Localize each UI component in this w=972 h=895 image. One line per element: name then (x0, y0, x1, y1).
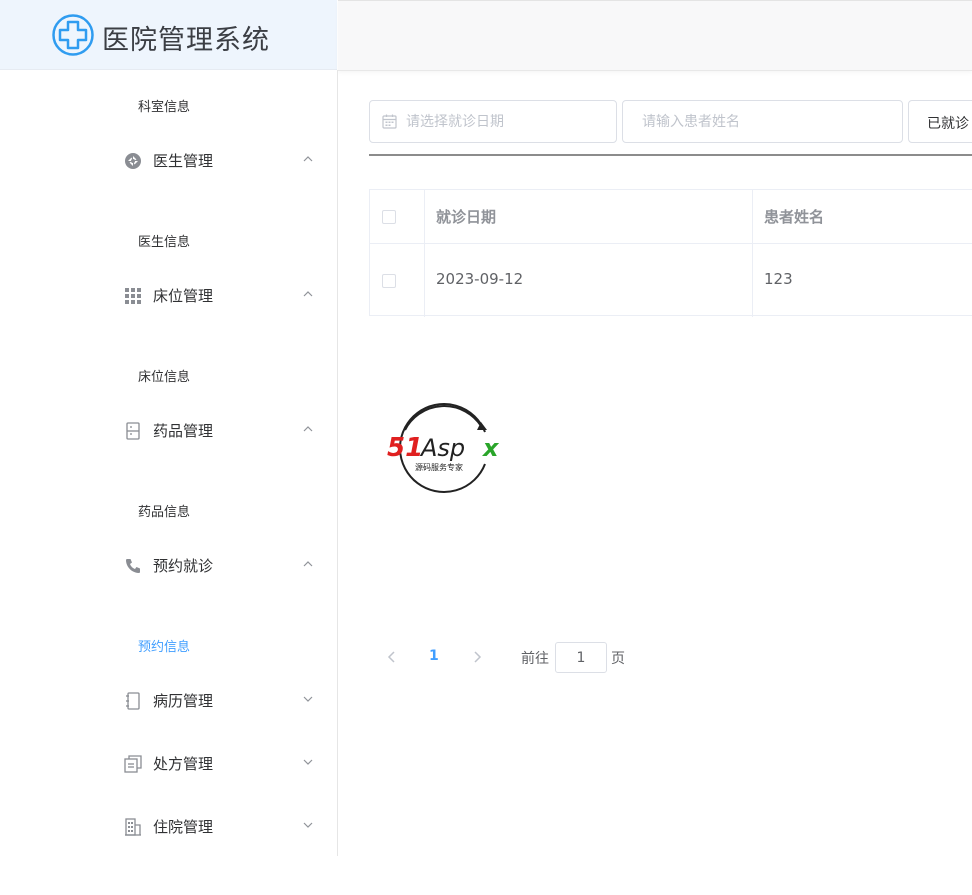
sidebar-group-medical-records[interactable]: 病历管理 (0, 678, 337, 738)
page-number-current[interactable]: 1 (429, 648, 439, 664)
sidebar-group-label: 医生管理 (153, 152, 214, 170)
sidebar-group-label: 预约就诊 (153, 557, 214, 575)
cabinet-icon (126, 422, 140, 440)
column-header-patient-name[interactable]: 患者姓名 (764, 206, 824, 227)
svg-text:Asp: Asp (419, 434, 465, 462)
sidebar-group-label: 住院管理 (153, 818, 214, 836)
sidebar-item-medicine-info[interactable]: 药品信息 (0, 485, 337, 535)
sidebar-group-medicine-management[interactable]: 药品管理 (0, 408, 337, 468)
sidebar-item-label: 床位信息 (138, 370, 191, 385)
select-all-checkbox[interactable] (382, 210, 396, 224)
sidebar-group-appointment[interactable]: 预约就诊 (0, 543, 337, 603)
chevron-up-icon (303, 156, 313, 162)
appointments-table: 就诊日期 患者姓名 2023-09-12 123 (369, 189, 972, 317)
sidebar-item-appointment-info[interactable]: 预约信息 (0, 620, 337, 670)
sidebar-item-label: 药品信息 (138, 505, 191, 520)
app-logo: 医院管理系统 (0, 0, 337, 70)
header-divider (370, 243, 972, 244)
chevron-up-icon (303, 426, 313, 432)
notebook-icon (126, 692, 140, 710)
sidebar-group-label: 病历管理 (153, 692, 214, 710)
aperture-icon (125, 153, 141, 169)
prev-page-button[interactable] (384, 648, 398, 666)
sidebar-item-label: 科室信息 (138, 100, 191, 115)
watermark-logo: 51 Asp x 源码服务专家 (387, 403, 500, 493)
sidebar: 科室信息 医生管理 医生信息 床位管理 床位信息 药品管理 药品信息 预约就诊 … (0, 70, 338, 856)
watermark-tagline: 源码服务专家 (415, 462, 463, 472)
svg-text:x: x (482, 434, 500, 462)
app-title: 医院管理系统 (102, 25, 270, 56)
sidebar-group-hospitalization[interactable]: 住院管理 (0, 804, 337, 864)
sidebar-item-bed-info[interactable]: 床位信息 (0, 350, 337, 400)
top-header (338, 0, 972, 71)
sidebar-item-label: 医生信息 (138, 235, 191, 250)
column-divider (424, 190, 425, 317)
visit-status-value: 已就诊 (927, 116, 969, 132)
sidebar-group-label: 床位管理 (153, 287, 214, 305)
sidebar-group-doctor-management[interactable]: 医生管理 (0, 138, 337, 198)
cell-patient-name: 123 (764, 270, 793, 288)
medical-cross-icon (52, 14, 94, 56)
filter-divider (369, 154, 972, 156)
chevron-up-icon (303, 291, 313, 297)
watermark-brand: 51 (387, 433, 423, 463)
sidebar-group-label: 药品管理 (153, 422, 214, 440)
calendar-icon (382, 114, 397, 129)
grid-icon (125, 288, 141, 304)
document-icon (124, 755, 142, 773)
goto-label: 前往 (521, 651, 549, 667)
visit-status-select[interactable]: 已就诊 (908, 100, 972, 143)
sidebar-item-doctor-info[interactable]: 医生信息 (0, 215, 337, 265)
visit-date-input[interactable] (404, 101, 610, 142)
sidebar-item-label: 预约信息 (138, 640, 191, 655)
chevron-down-icon (303, 696, 313, 702)
column-divider (752, 190, 753, 317)
next-page-button[interactable] (471, 648, 485, 666)
visit-date-picker[interactable] (369, 100, 617, 143)
chevron-down-icon (303, 822, 313, 828)
goto-page-input[interactable] (555, 642, 607, 673)
chevron-up-icon (303, 561, 313, 567)
chevron-down-icon (303, 759, 313, 765)
sidebar-group-bed-management[interactable]: 床位管理 (0, 273, 337, 333)
patient-name-input[interactable] (640, 101, 898, 142)
column-header-visit-date[interactable]: 就诊日期 (436, 206, 496, 227)
sidebar-group-label: 处方管理 (153, 755, 214, 773)
phone-icon (126, 559, 140, 573)
patient-name-field[interactable] (622, 100, 903, 143)
building-icon (125, 818, 141, 836)
sidebar-item-department-info[interactable]: 科室信息 (0, 80, 337, 130)
cell-visit-date: 2023-09-12 (436, 270, 524, 288)
sidebar-group-prescription[interactable]: 处方管理 (0, 741, 337, 801)
row-checkbox[interactable] (382, 274, 396, 288)
page-suffix-label: 页 (611, 651, 625, 667)
